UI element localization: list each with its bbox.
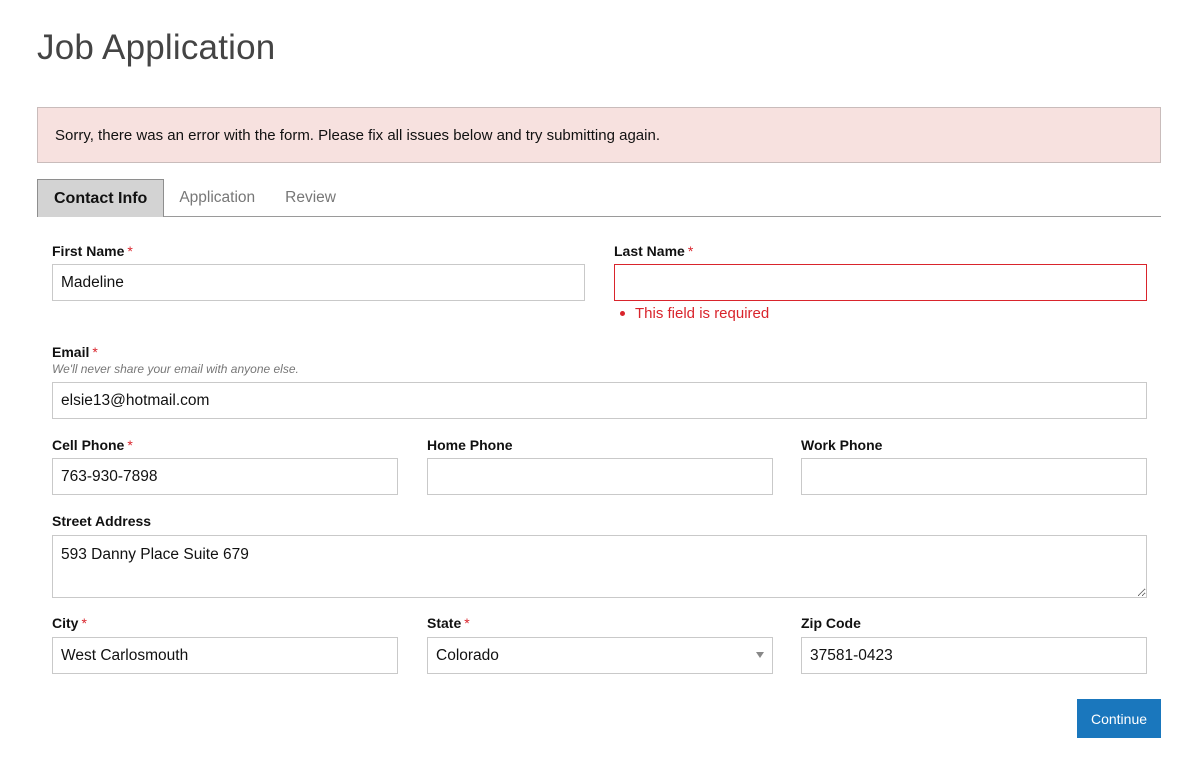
home-phone-label: Home Phone [427, 437, 513, 453]
tab-review[interactable]: Review [270, 179, 351, 217]
error-banner-message: Sorry, there was an error with the form.… [55, 126, 660, 144]
page-title: Job Application [37, 28, 276, 67]
error-banner: Sorry, there was an error with the form.… [37, 107, 1161, 163]
chevron-down-icon [756, 652, 764, 658]
email-input[interactable] [52, 382, 1147, 419]
tab-contact-info[interactable]: Contact Info [37, 179, 165, 217]
first-name-input[interactable] [52, 264, 585, 301]
required-marker: * [92, 344, 98, 360]
street-address-textarea[interactable]: 593 Danny Place Suite 679 [52, 535, 1147, 598]
zip-code-input[interactable] [801, 637, 1147, 674]
required-marker: * [687, 243, 694, 259]
home-phone-input[interactable] [427, 458, 773, 495]
state-label: State * [427, 615, 470, 631]
street-address-label: Street Address [52, 513, 152, 529]
last-name-error: This field is required [620, 305, 769, 322]
email-label: Email * [52, 344, 98, 360]
required-marker: * [127, 437, 133, 453]
zip-code-label: Zip Code [801, 615, 861, 631]
last-name-label: Last Name * [614, 243, 694, 259]
bullet-icon [620, 311, 625, 316]
last-name-input[interactable] [614, 264, 1147, 301]
form-tabs: Contact Info Application Review [37, 179, 1161, 217]
first-name-label: First Name * [52, 243, 133, 259]
required-marker: * [81, 615, 87, 631]
city-label: City * [52, 615, 87, 631]
continue-button[interactable]: Continue [1077, 699, 1161, 738]
required-marker: * [127, 243, 133, 259]
state-select-value: Colorado [436, 646, 499, 664]
state-select[interactable]: Colorado [427, 637, 773, 674]
work-phone-input[interactable] [801, 458, 1147, 495]
email-help-text: We'll never share your email with anyone… [52, 362, 299, 376]
city-input[interactable] [52, 637, 398, 674]
required-marker: * [464, 615, 470, 631]
cell-phone-label: Cell Phone * [52, 437, 133, 453]
work-phone-label: Work Phone [801, 437, 883, 453]
tab-application[interactable]: Application [164, 179, 270, 217]
cell-phone-input[interactable] [52, 458, 398, 495]
